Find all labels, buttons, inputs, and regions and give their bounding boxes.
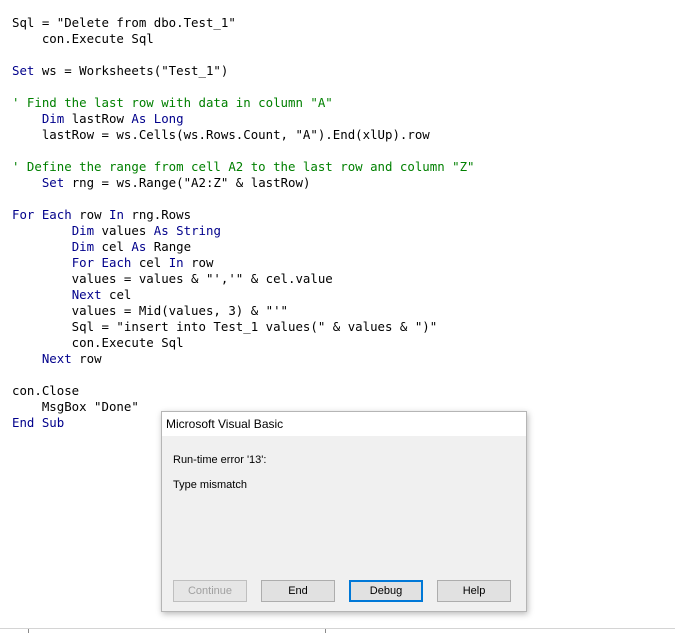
editor-bottom-divider (0, 628, 675, 629)
code-line: Dim lastRow As Long (41, 111, 184, 126)
code-line: End Sub (12, 415, 65, 430)
code-line: For Each row In rng.Rows (12, 207, 192, 222)
debug-button[interactable]: Debug (349, 580, 423, 602)
code-comment-line: ' Find the last row with data in column … (12, 95, 333, 110)
code-line: Set ws = Worksheets("Test_1") (12, 63, 229, 78)
code-line: Sql = "insert into Test_1 values(" & val… (12, 319, 438, 334)
code-line: lastRow = ws.Cells(ws.Rows.Count, "A").E… (12, 127, 430, 142)
error-dialog: Microsoft Visual Basic Run-time error '1… (161, 411, 527, 612)
code-line: Dim values As String (71, 223, 221, 238)
code-line: Next row (41, 351, 102, 366)
code-line: values = values & "','" & cel.value (12, 271, 333, 286)
code-line: values = Mid(values, 3) & "'" (12, 303, 289, 318)
ruler-tick (325, 629, 326, 633)
code-line: Dim cel As Range (71, 239, 192, 254)
dialog-titlebar[interactable]: Microsoft Visual Basic (162, 412, 526, 436)
ruler-tick (28, 629, 29, 633)
end-button[interactable]: End (261, 580, 335, 602)
code-line: Sql = "Delete from dbo.Test_1" (12, 15, 236, 30)
continue-button[interactable]: Continue (173, 580, 247, 602)
code-line: con.Execute Sql (12, 335, 184, 350)
code-line: For Each cel In row (71, 255, 214, 270)
dialog-title: Microsoft Visual Basic (166, 417, 284, 431)
code-line: con.Close (12, 383, 80, 398)
code-line: MsgBox "Done" (12, 399, 139, 414)
error-code-text: Run-time error '13': (173, 454, 267, 466)
code-comment-line: ' Define the range from cell A2 to the l… (12, 159, 475, 174)
code-line: Next cel (71, 287, 132, 302)
code-line: Set rng = ws.Range("A2:Z" & lastRow) (41, 175, 311, 190)
code-line: con.Execute Sql (12, 31, 154, 46)
help-button[interactable]: Help (437, 580, 511, 602)
error-message-text: Type mismatch (173, 479, 247, 491)
